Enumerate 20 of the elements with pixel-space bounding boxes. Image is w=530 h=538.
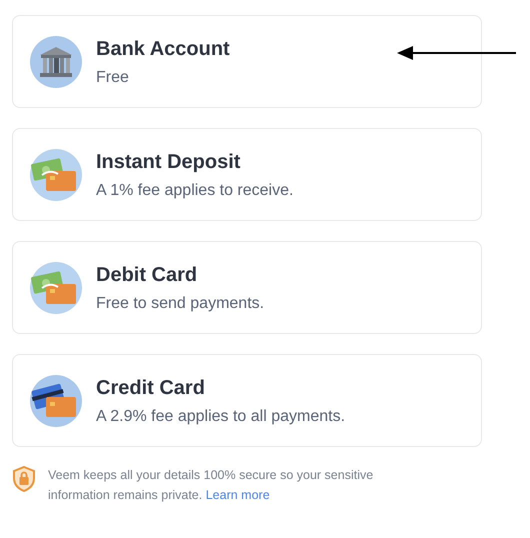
method-title: Debit Card [96, 262, 198, 288]
bank-icon [30, 36, 82, 88]
method-title: Credit Card [96, 376, 206, 400]
cash-and-card-icon [30, 148, 82, 200]
payment-method-card[interactable]: Debit Card Free to send payments. [12, 241, 482, 334]
credit-card-icon [30, 374, 82, 426]
method-title: Bank Account [96, 36, 230, 62]
cash-and-card-icon [30, 262, 82, 314]
shield-lock-icon [12, 465, 36, 493]
payment-method-card[interactable]: Instant Deposit A 1% fee applies to receive. [12, 128, 482, 221]
security-notice: Veem keeps all your details 100% secure so your sensitive information remains private. Learn more [48, 467, 374, 504]
method-subtitle: A 2.9% fee applies to all payments. [96, 406, 346, 426]
method-title: Instant Deposit [96, 150, 242, 174]
payment-method-card[interactable]: Credit Card A 2.9% fee applies to all payments. [12, 354, 482, 447]
method-subtitle: A 1% fee applies to receive. [96, 180, 294, 200]
learn-more-link[interactable]: Learn more [206, 488, 270, 502]
method-subtitle: Free [96, 68, 130, 88]
payment-method-card[interactable]: Bank Account Free [12, 15, 482, 108]
method-subtitle: Free to send payments. [96, 294, 264, 314]
arrow-icon [397, 45, 517, 61]
